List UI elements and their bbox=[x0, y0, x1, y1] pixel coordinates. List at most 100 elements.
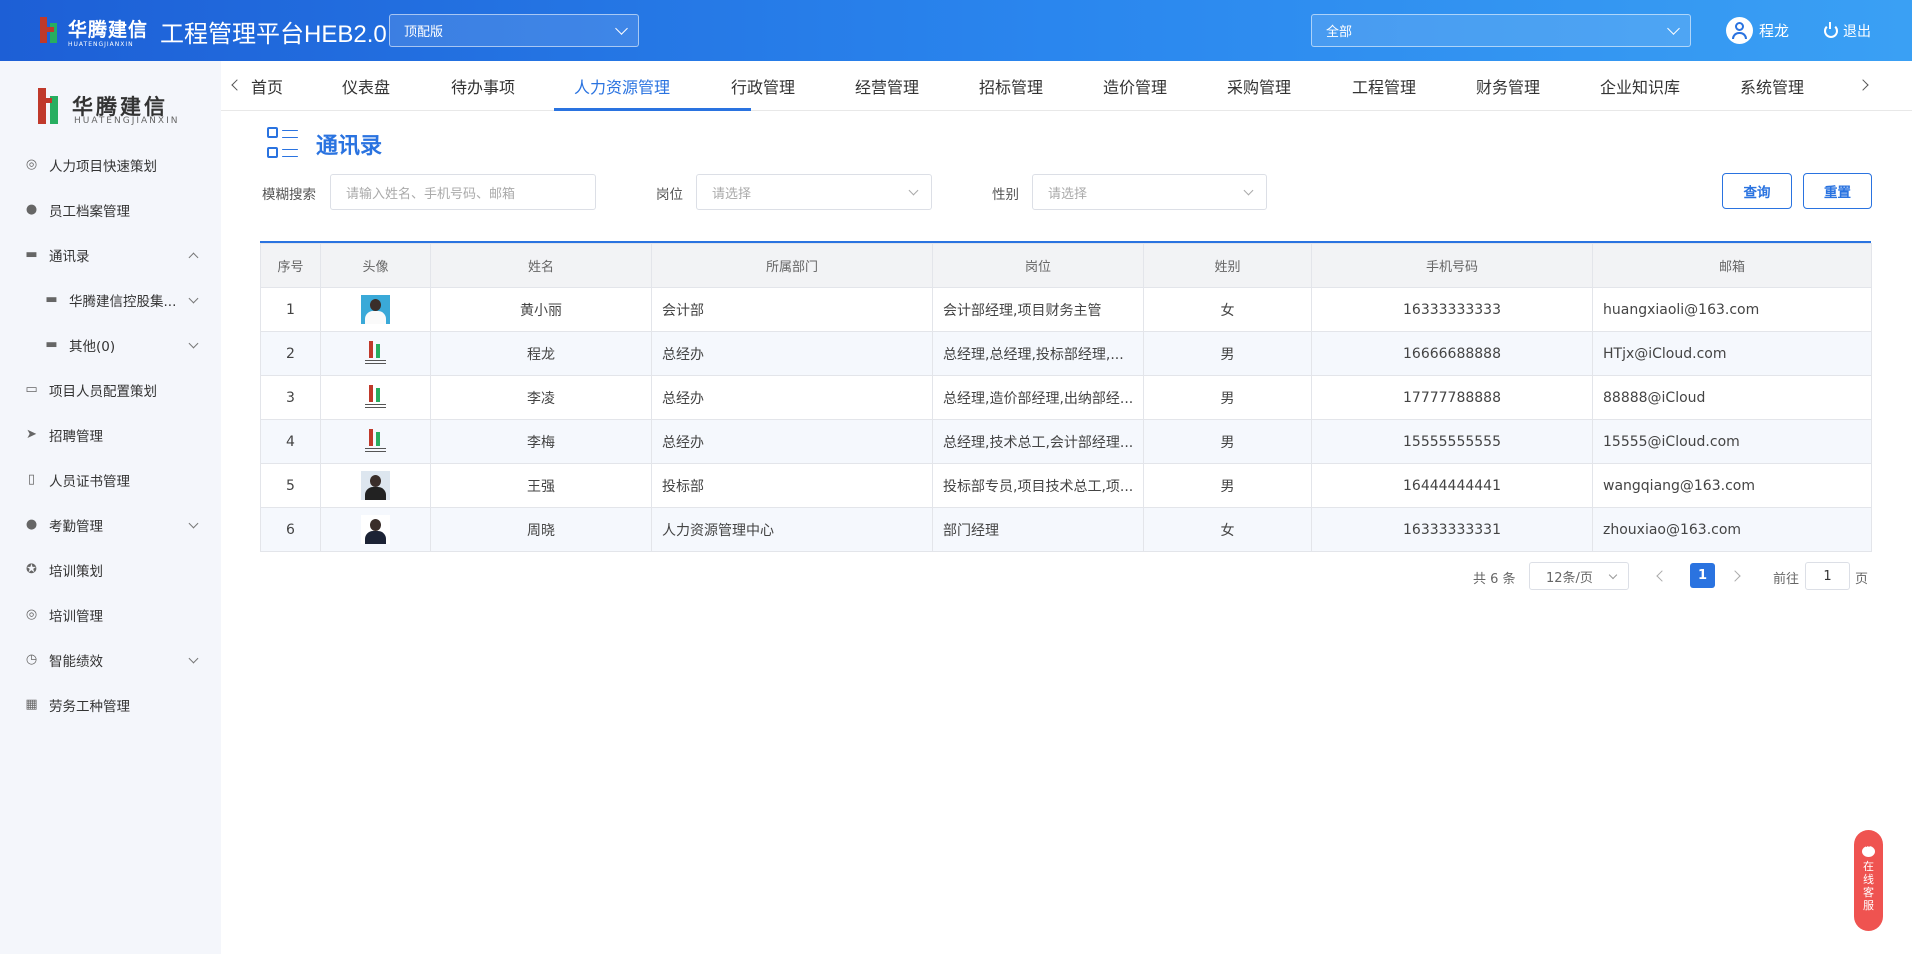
sidebar-item-certificates[interactable]: ▯ 人员证书管理 bbox=[0, 457, 221, 502]
person-icon: ● bbox=[25, 202, 38, 217]
cell-avatar bbox=[320, 287, 431, 332]
cell-email: HTjx@iCloud.com bbox=[1592, 331, 1872, 376]
sidebar-item-employee-files[interactable]: ● 员工档案管理 bbox=[0, 187, 221, 232]
cell-post: 投标部专员,项目技术总工,项... bbox=[932, 463, 1144, 508]
table-row[interactable]: 2 程龙 总经办 总经理,总经理,投标部经理,... 男 16666688888… bbox=[260, 331, 1872, 376]
cell-name: 李凌 bbox=[430, 375, 652, 420]
sidebar-item-group[interactable]: ▬ 华腾建信控股集... bbox=[0, 277, 221, 322]
cell-avatar bbox=[320, 507, 431, 552]
cell-name: 李梅 bbox=[430, 419, 652, 464]
tab-cost[interactable]: 造价管理 bbox=[1103, 61, 1227, 111]
chevron-down-icon bbox=[188, 338, 199, 349]
tab-knowledge[interactable]: 企业知识库 bbox=[1600, 61, 1740, 111]
chevron-down-icon bbox=[615, 22, 628, 35]
tab-system[interactable]: 系统管理 bbox=[1740, 61, 1840, 111]
cell-no: 4 bbox=[260, 419, 321, 464]
stopwatch-icon: ◷ bbox=[25, 652, 38, 667]
nav-scroll-left-icon[interactable] bbox=[231, 79, 243, 91]
send-icon: ➤ bbox=[26, 427, 37, 442]
sidebar-item-label: 考勤管理 bbox=[49, 518, 103, 535]
sidebar-item-contacts[interactable]: ▬ 通讯录 bbox=[0, 232, 221, 277]
sidebar-item-recruitment[interactable]: ➤ 招聘管理 bbox=[0, 412, 221, 457]
sidebar-item-label: 华腾建信控股集... bbox=[69, 293, 177, 310]
goto-label: 前往 bbox=[1773, 572, 1800, 587]
cell-name: 王强 bbox=[430, 463, 652, 508]
col-header-avatar: 头像 bbox=[320, 243, 431, 288]
logout-label: 退出 bbox=[1843, 24, 1871, 40]
tab-admin[interactable]: 行政管理 bbox=[731, 61, 855, 111]
sidebar-item-label: 人员证书管理 bbox=[49, 473, 130, 490]
briefcase-icon: ▬ bbox=[25, 247, 38, 262]
sidebar-item-project-staffing[interactable]: ▭ 项目人员配置策划 bbox=[0, 367, 221, 412]
user-menu[interactable]: 程龙 bbox=[1726, 17, 1789, 44]
post-select[interactable]: 请选择 bbox=[696, 174, 932, 210]
sidebar-menu: ◎ 人力项目快速策划 ● 员工档案管理 ▬ 通讯录 ▬ 华腾建信控股集... ▬ 其他(0… bbox=[0, 142, 221, 727]
col-header-dept: 所属部门 bbox=[651, 243, 933, 288]
nav-scroll-right-icon[interactable] bbox=[1857, 79, 1869, 91]
cell-name: 程龙 bbox=[430, 331, 652, 376]
next-page-icon[interactable] bbox=[1729, 570, 1741, 582]
cell-phone: 15555555555 bbox=[1311, 419, 1593, 464]
cell-phone: 16333333331 bbox=[1311, 507, 1593, 552]
grid-icon: ▦ bbox=[25, 697, 38, 712]
table-row[interactable]: 4 李梅 总经办 总经理,技术总工,会计部经理... 男 15555555555… bbox=[260, 419, 1872, 464]
cell-no: 2 bbox=[260, 331, 321, 376]
sidebar-item-label: 招聘管理 bbox=[49, 428, 103, 445]
sidebar-item-attendance[interactable]: ● 考勤管理 bbox=[0, 502, 221, 547]
search-input[interactable]: 请输入姓名、手机号码、邮箱 bbox=[330, 174, 596, 210]
scope-select[interactable]: 全部 bbox=[1311, 14, 1691, 47]
cell-gender: 男 bbox=[1143, 419, 1312, 464]
sidebar-item-training[interactable]: ◎ 培训管理 bbox=[0, 592, 221, 637]
tab-finance[interactable]: 财务管理 bbox=[1476, 61, 1600, 111]
tab-hr[interactable]: 人力资源管理 bbox=[554, 61, 751, 111]
sidebar-logo-sub: HUATENGJIANXIN bbox=[74, 116, 180, 126]
cell-phone: 16333333333 bbox=[1311, 287, 1593, 332]
cell-gender: 女 bbox=[1143, 287, 1312, 332]
reset-button[interactable]: 重置 bbox=[1803, 173, 1872, 209]
online-service-button[interactable]: 在 线 客 服 bbox=[1854, 830, 1883, 931]
tab-business[interactable]: 经营管理 bbox=[855, 61, 979, 111]
sidebar-item-training-plan[interactable]: ✪ 培训策划 bbox=[0, 547, 221, 592]
cell-dept: 人力资源管理中心 bbox=[651, 507, 933, 552]
table-row[interactable]: 6 周晓 人力资源管理中心 部门经理 女 16333333331 zhouxia… bbox=[260, 507, 1872, 552]
prev-page-icon[interactable] bbox=[1656, 570, 1668, 582]
logout-button[interactable]: 退出 bbox=[1824, 21, 1871, 41]
tab-home[interactable]: 首页 bbox=[251, 61, 342, 111]
table-row[interactable]: 5 王强 投标部 投标部专员,项目技术总工,项... 男 16444444441… bbox=[260, 463, 1872, 508]
cell-avatar bbox=[320, 331, 431, 376]
sidebar-item-label: 其他(0) bbox=[69, 338, 116, 355]
chevron-down-icon bbox=[188, 518, 199, 529]
goto-page-input[interactable]: 1 bbox=[1805, 562, 1850, 590]
table-row[interactable]: 3 李凌 总经办 总经理,造价部经理,出纳部经... 男 17777788888… bbox=[260, 375, 1872, 420]
table-row[interactable]: 1 黄小丽 会计部 会计部经理,项目财务主管 女 16333333333 hua… bbox=[260, 287, 1872, 332]
tab-engineering[interactable]: 工程管理 bbox=[1352, 61, 1476, 111]
current-page-button[interactable]: 1 bbox=[1690, 563, 1715, 588]
list-icon bbox=[267, 127, 300, 160]
tab-todo[interactable]: 待办事项 bbox=[451, 61, 574, 111]
service-char: 客 bbox=[1863, 886, 1874, 899]
tab-bidding[interactable]: 招标管理 bbox=[979, 61, 1103, 111]
gender-select[interactable]: 请选择 bbox=[1032, 174, 1267, 210]
gender-placeholder: 请选择 bbox=[1048, 186, 1088, 202]
tab-dashboard[interactable]: 仪表盘 bbox=[342, 61, 451, 111]
sidebar-item-rapid-plan[interactable]: ◎ 人力项目快速策划 bbox=[0, 142, 221, 187]
cell-gender: 男 bbox=[1143, 463, 1312, 508]
page-size-select[interactable]: 12条/页 bbox=[1529, 562, 1629, 590]
query-button[interactable]: 查询 bbox=[1722, 173, 1792, 209]
col-header-post: 岗位 bbox=[932, 243, 1144, 288]
tab-procurement[interactable]: 采购管理 bbox=[1227, 61, 1352, 111]
cell-post: 部门经理 bbox=[932, 507, 1144, 552]
sidebar-item-label: 培训策划 bbox=[49, 563, 103, 580]
cell-no: 6 bbox=[260, 507, 321, 552]
sidebar-item-labor-types[interactable]: ▦ 劳务工种管理 bbox=[0, 682, 221, 727]
sidebar-item-other[interactable]: ▬ 其他(0) bbox=[0, 322, 221, 367]
sidebar-item-label: 通讯录 bbox=[49, 248, 90, 265]
header-logo[interactable]: 华腾建信 HUATENGJIANXIN bbox=[38, 12, 150, 48]
search-placeholder: 请输入姓名、手机号码、邮箱 bbox=[346, 186, 516, 202]
user-avatar-icon bbox=[1726, 17, 1753, 44]
cell-email: huangxiaoli@163.com bbox=[1592, 287, 1872, 332]
cell-email: wangqiang@163.com bbox=[1592, 463, 1872, 508]
top-nav: 首页 仪表盘 待办事项 人力资源管理 行政管理 经营管理 招标管理 造价管理 采… bbox=[221, 61, 1912, 111]
sidebar-item-performance[interactable]: ◷ 智能绩效 bbox=[0, 637, 221, 682]
edition-select[interactable]: 顶配版 bbox=[389, 14, 639, 47]
